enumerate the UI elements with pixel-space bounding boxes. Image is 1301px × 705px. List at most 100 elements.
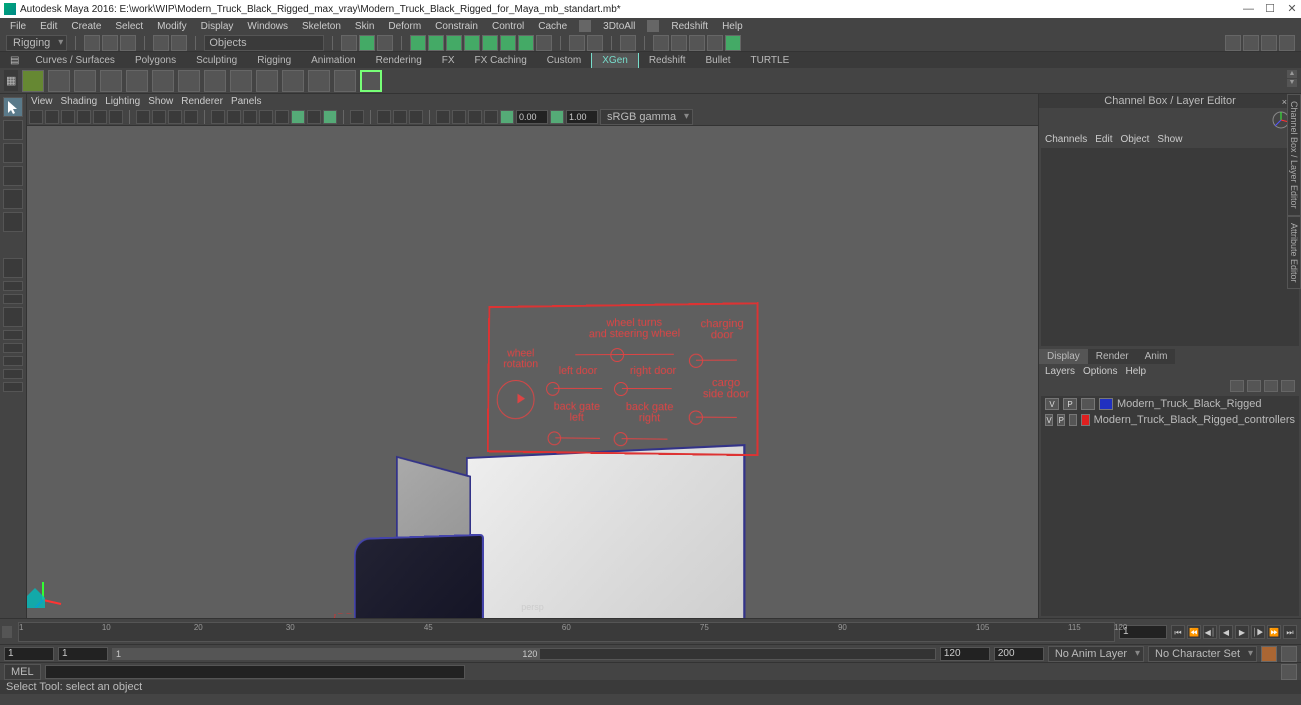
- channel-menu-show[interactable]: Show: [1157, 134, 1182, 145]
- xgen-tool-13-icon[interactable]: [334, 70, 356, 92]
- make-live-icon[interactable]: [536, 35, 552, 51]
- vp-isolate-icon[interactable]: [350, 110, 364, 124]
- menu-modify[interactable]: Modify: [151, 21, 192, 32]
- step-back-icon[interactable]: ◀⏐: [1203, 625, 1217, 639]
- workspace-selector[interactable]: Rigging: [6, 35, 67, 51]
- prefs-anim-icon[interactable]: [1281, 646, 1297, 662]
- render-sequence-icon[interactable]: [725, 35, 741, 51]
- auto-key-icon[interactable]: [1261, 646, 1277, 662]
- vp-xray-icon[interactable]: [377, 110, 391, 124]
- maximize-button[interactable]: ☐: [1265, 4, 1275, 14]
- vp-image-plane-icon[interactable]: [77, 110, 91, 124]
- panel-menu-shading[interactable]: Shading: [61, 96, 98, 107]
- rotate-tool[interactable]: [3, 189, 23, 209]
- color-management-dropdown[interactable]: sRGB gamma: [600, 109, 693, 125]
- vp-bookmarks-icon[interactable]: [61, 110, 75, 124]
- toggle-modeling-toolkit-icon[interactable]: [1225, 35, 1241, 51]
- play-forward-icon[interactable]: ▶: [1235, 625, 1249, 639]
- xgen-tool-14-icon[interactable]: [360, 70, 382, 92]
- layer-visibility-toggle[interactable]: V: [1045, 414, 1053, 426]
- xgen-tool-6-icon[interactable]: [152, 70, 174, 92]
- layer-playback-toggle[interactable]: P: [1063, 398, 1077, 410]
- select-by-object-icon[interactable]: [359, 35, 375, 51]
- range-track[interactable]: 1120: [112, 648, 936, 660]
- output-ops-icon[interactable]: [587, 35, 603, 51]
- layout-four-icon[interactable]: [3, 281, 23, 291]
- vp-wireframe-icon[interactable]: [211, 110, 225, 124]
- undo-icon[interactable]: [153, 35, 169, 51]
- layer-new-selected-icon[interactable]: [1281, 380, 1295, 392]
- vp-select-camera-icon[interactable]: [29, 110, 43, 124]
- shelf-tab-sculpting[interactable]: Sculpting: [186, 53, 247, 68]
- maya-home-icon[interactable]: [27, 584, 49, 612]
- redo-icon[interactable]: [171, 35, 187, 51]
- channel-list[interactable]: [1041, 148, 1299, 346]
- range-start-field[interactable]: [58, 647, 108, 661]
- layer-list[interactable]: VPModern_Truck_Black_RiggedVPModern_Truc…: [1041, 396, 1299, 616]
- shelf-tab-fx[interactable]: FX: [432, 53, 465, 68]
- xgen-tool-10-icon[interactable]: [256, 70, 278, 92]
- panel-menu-panels[interactable]: Panels: [231, 96, 262, 107]
- vp-lights-icon[interactable]: [259, 110, 273, 124]
- render-frame-icon[interactable]: [653, 35, 669, 51]
- shelf-tab-custom[interactable]: Custom: [537, 53, 591, 68]
- layer-color-swatch[interactable]: [1099, 398, 1113, 410]
- go-end-icon[interactable]: ⏭: [1283, 625, 1297, 639]
- panel-menu-lighting[interactable]: Lighting: [105, 96, 140, 107]
- select-by-hierarchy-icon[interactable]: [341, 35, 357, 51]
- layer-playback-toggle[interactable]: P: [1057, 414, 1065, 426]
- range-start-outer-field[interactable]: [4, 647, 54, 661]
- xgen-tool-8-icon[interactable]: [204, 70, 226, 92]
- render-settings-icon[interactable]: [689, 35, 705, 51]
- xgen-tool-1-icon[interactable]: [22, 70, 44, 92]
- vp-gate-mask-icon[interactable]: [184, 110, 198, 124]
- channel-menu-channels[interactable]: Channels: [1045, 134, 1087, 145]
- channel-menu-object[interactable]: Object: [1121, 134, 1150, 145]
- step-back-key-icon[interactable]: ⏪: [1187, 625, 1201, 639]
- layout-two-h-icon[interactable]: [3, 294, 23, 304]
- vp-shaded-icon[interactable]: [227, 110, 241, 124]
- shelf-tab-bullet[interactable]: Bullet: [696, 53, 741, 68]
- xgen-tool-4-icon[interactable]: [100, 70, 122, 92]
- vp-shadows-icon[interactable]: [275, 110, 289, 124]
- vp-2d-zoom-icon[interactable]: [93, 110, 107, 124]
- ipr-render-icon[interactable]: [671, 35, 687, 51]
- layer-move-up-icon[interactable]: [1230, 380, 1244, 392]
- layer-menu-options[interactable]: Options: [1083, 366, 1117, 377]
- menu-deform[interactable]: Deform: [382, 21, 427, 32]
- vp-gamma-toggle-icon[interactable]: [550, 110, 564, 124]
- toggle-channel-box-icon[interactable]: [1279, 35, 1295, 51]
- menu-select[interactable]: Select: [109, 21, 149, 32]
- layer-new-empty-icon[interactable]: [1264, 380, 1278, 392]
- layout-custom-icon[interactable]: [3, 382, 23, 392]
- snap-view-icon[interactable]: [500, 35, 516, 51]
- shelf-tab-animation[interactable]: Animation: [301, 53, 365, 68]
- channel-menu-edit[interactable]: Edit: [1095, 134, 1112, 145]
- open-scene-icon[interactable]: [102, 35, 118, 51]
- snap-plane-icon[interactable]: [464, 35, 480, 51]
- anim-layer-dropdown[interactable]: No Anim Layer: [1048, 646, 1144, 662]
- toggle-tool-settings-icon[interactable]: [1261, 35, 1277, 51]
- side-tab-attributeeditor[interactable]: Attribute Editor: [1287, 216, 1301, 290]
- layout-render-icon[interactable]: [3, 369, 23, 379]
- xgen-tool-3-icon[interactable]: [74, 70, 96, 92]
- snap-curve-icon[interactable]: [428, 35, 444, 51]
- menu-windows[interactable]: Windows: [241, 21, 294, 32]
- xgen-tool-12-icon[interactable]: [308, 70, 330, 92]
- vp-antialias-icon[interactable]: [323, 110, 337, 124]
- menu-constrain[interactable]: Constrain: [429, 21, 484, 32]
- minimize-button[interactable]: —: [1243, 4, 1253, 14]
- menu-create[interactable]: Create: [65, 21, 107, 32]
- layer-tab-display[interactable]: Display: [1039, 349, 1088, 364]
- xgen-tool-5-icon[interactable]: [126, 70, 148, 92]
- layer-menu-layers[interactable]: Layers: [1045, 366, 1075, 377]
- layer-menu-help[interactable]: Help: [1125, 366, 1146, 377]
- snap-grid-icon[interactable]: [410, 35, 426, 51]
- vp-motion-blur-icon[interactable]: [307, 110, 321, 124]
- xgen-tool-2-icon[interactable]: [48, 70, 70, 92]
- viewport-canvas[interactable]: wheel turns and steering wheel charging …: [27, 126, 1038, 618]
- layer-row[interactable]: VPModern_Truck_Black_Rigged_controllers: [1041, 412, 1299, 428]
- layer-visibility-toggle[interactable]: V: [1045, 398, 1059, 410]
- layer-color-swatch[interactable]: [1081, 414, 1089, 426]
- command-input[interactable]: [45, 665, 465, 679]
